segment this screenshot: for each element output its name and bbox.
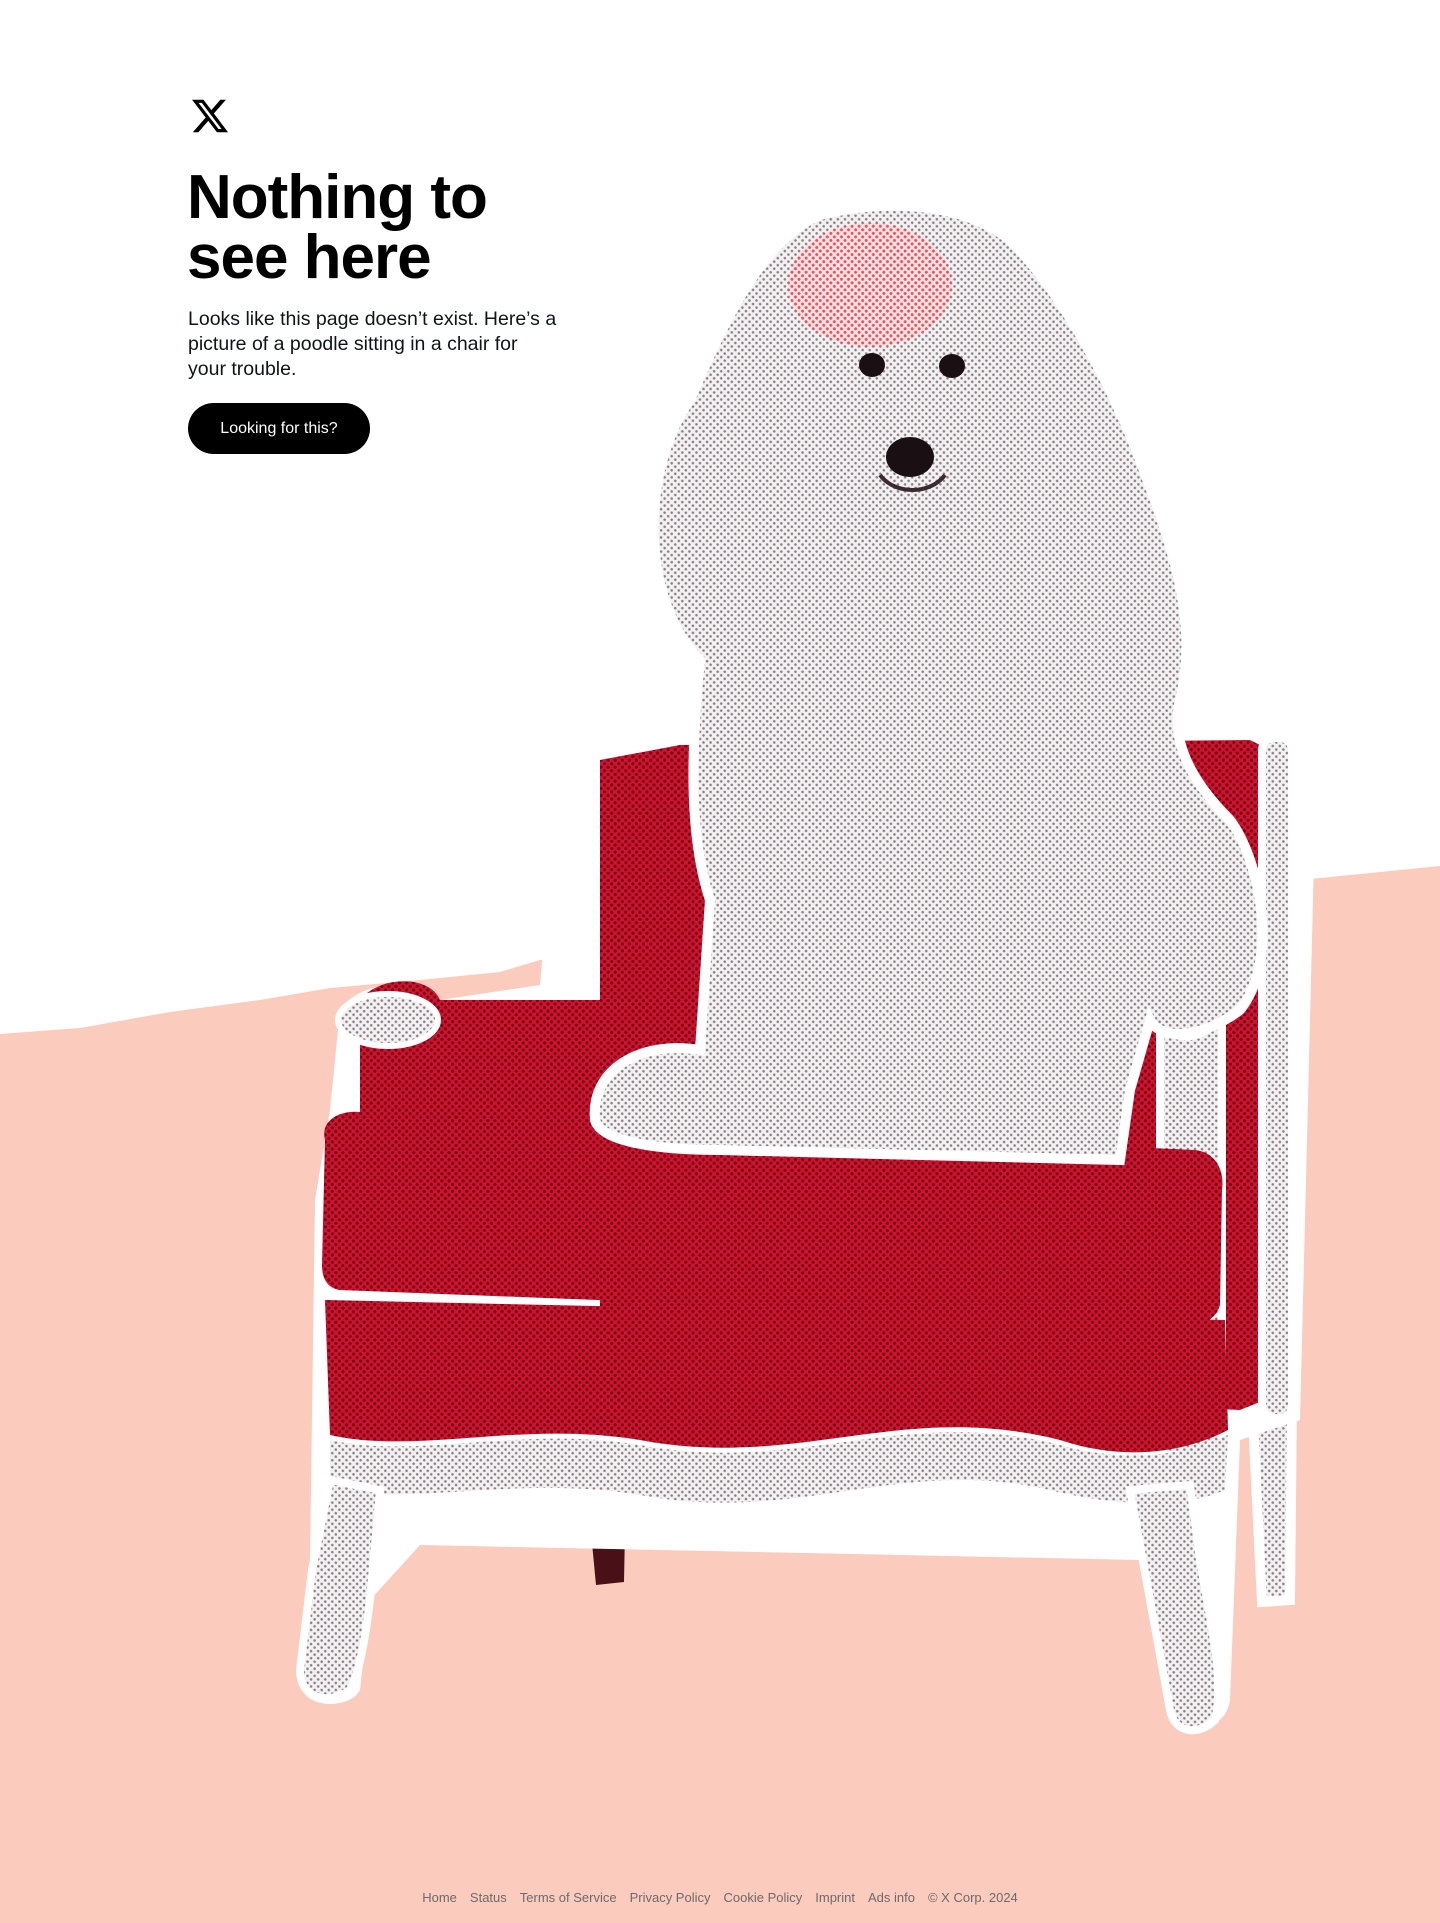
footer-copyright: © X Corp. 2024 — [927, 1889, 1018, 1905]
page-description: Looks like this page doesn’t exist. Here… — [188, 308, 557, 380]
page-title-line-1: Nothing to — [187, 163, 488, 232]
looking-for-this-button[interactable]: Looking for this? — [188, 403, 370, 454]
footer-link-status[interactable]: Status — [470, 1890, 507, 1905]
footer-link-home[interactable]: Home — [422, 1890, 457, 1905]
x-logo-icon[interactable] — [190, 96, 230, 136]
footer-link-cookie-policy[interactable]: Cookie Policy — [724, 1890, 803, 1905]
footer-link-imprint[interactable]: Imprint — [815, 1890, 855, 1905]
footer-nav: Home Status Terms of Service Privacy Pol… — [0, 1886, 1440, 1908]
page-title: Nothing to see here — [187, 167, 587, 289]
footer-link-terms-of-service[interactable]: Terms of Service — [520, 1890, 617, 1905]
footer-link-privacy-policy[interactable]: Privacy Policy — [630, 1890, 711, 1905]
footer-link-ads-info[interactable]: Ads info — [868, 1890, 915, 1905]
page-title-line-2: see here — [187, 223, 432, 292]
